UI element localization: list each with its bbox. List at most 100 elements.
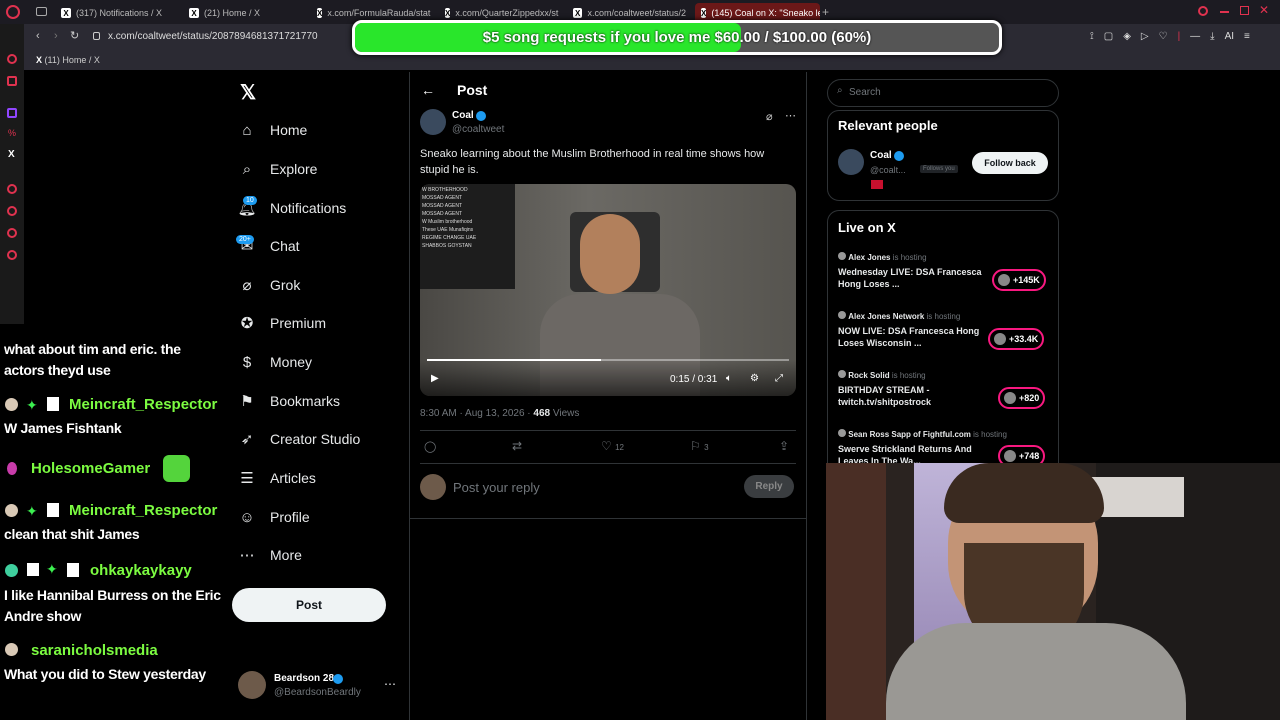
like-button[interactable]: ♡ 12 <box>601 439 624 453</box>
tab-home[interactable]: X (21) Home / X <box>183 3 308 23</box>
live-item[interactable]: Rock Solid is hosting BIRTHDAY STREAM - … <box>838 370 988 408</box>
messenger-icon[interactable] <box>7 54 17 64</box>
reply-icon[interactable]: ◯ <box>424 440 436 453</box>
nav-more[interactable]: ⋯ More <box>238 546 302 564</box>
nav-money[interactable]: $ Money <box>238 353 312 371</box>
reply-button[interactable]: Reply <box>744 475 794 498</box>
live-listeners-pill[interactable]: +33.4K <box>988 328 1045 350</box>
download-icon[interactable]: ⤓ <box>1210 31 1214 42</box>
tab-overview-icon[interactable] <box>36 7 47 16</box>
fullscreen-icon[interactable]: ⤢ <box>775 373 783 384</box>
nav-home[interactable]: ⌂ Home <box>238 121 307 139</box>
verified-icon <box>476 111 486 121</box>
send-icon[interactable]: ▷ <box>1141 31 1149 42</box>
post-more-icon[interactable]: ⋯ <box>785 109 796 122</box>
nav-label: Articles <box>270 470 316 486</box>
chat-username[interactable]: Meincraft_Respector <box>69 396 217 413</box>
nav-explore[interactable]: ⌕ Explore <box>238 160 318 178</box>
easy-setup-icon[interactable]: — <box>1190 31 1200 42</box>
relevant-name[interactable]: Coal <box>870 150 892 161</box>
play-icon[interactable]: ▶ <box>431 373 439 384</box>
author-name[interactable]: Coal <box>452 110 474 121</box>
live-listeners-pill[interactable]: +145K <box>992 269 1046 291</box>
bookmark-icon: ⚑ <box>240 393 254 410</box>
screenshot-icon[interactable]: ▢ <box>1104 31 1113 42</box>
forward-icon[interactable]: › <box>54 30 58 42</box>
player-icon[interactable] <box>7 184 17 194</box>
badge-icon <box>67 563 79 577</box>
nav-premium[interactable]: ✪ Premium <box>238 314 326 332</box>
bookmark-label: (11) Home / X <box>44 55 100 65</box>
badge-icon: ✦ <box>46 561 58 577</box>
nav-label: Creator Studio <box>270 431 361 447</box>
twitch-icon[interactable] <box>7 108 17 118</box>
nav-creator-studio[interactable]: ➶ Creator Studio <box>238 430 361 448</box>
search-tabs-icon[interactable] <box>1198 6 1208 16</box>
bookmark-button[interactable]: ⚐ 3 <box>690 439 709 453</box>
account-more-icon[interactable]: ⋯ <box>384 677 396 691</box>
minimize-icon[interactable] <box>1220 11 1229 13</box>
opera-logo-icon[interactable] <box>6 5 20 19</box>
live-listeners-pill[interactable]: +820 <box>998 387 1046 409</box>
premium-icon: ✪ <box>240 315 254 332</box>
chat-username[interactable]: ohkaykaykayy <box>90 562 192 579</box>
chat-bubble-icon[interactable] <box>7 228 17 238</box>
close-window-icon[interactable]: ✕ <box>1259 3 1269 17</box>
repost-icon[interactable]: ⇄ <box>512 439 522 453</box>
volume-icon[interactable]: 🔈︎ <box>726 373 732 384</box>
live-item[interactable]: Alex Jones Network is hosting NOW LIVE: … <box>838 311 988 349</box>
tab-notifications[interactable]: X (317) Notifications / X <box>55 3 180 23</box>
host-avatar-icon <box>838 311 846 319</box>
new-tab-icon[interactable]: + <box>822 5 829 19</box>
grok-icon: ⌀ <box>242 277 252 294</box>
nav-articles[interactable]: ☰ Articles <box>238 469 316 487</box>
follow-back-button[interactable]: Follow back <box>972 152 1048 174</box>
tab-label: x.com/QuarterZippedxx/st <box>455 8 559 18</box>
nav-grok[interactable]: ⌀ Grok <box>238 276 300 294</box>
author-avatar[interactable] <box>420 109 446 135</box>
heart-icon[interactable]: ♡ <box>1159 31 1168 42</box>
chat-username[interactable]: HolesomeGamer <box>31 460 150 477</box>
menu-icon[interactable]: ≡ <box>1244 31 1250 42</box>
x-sidebar-icon[interactable]: X <box>8 149 15 160</box>
reload-icon[interactable]: ↻ <box>70 29 79 42</box>
instagram-icon[interactable] <box>7 76 17 86</box>
shield-icon[interactable]: ◈ <box>1123 31 1131 42</box>
webcam-person-shirt <box>886 623 1186 720</box>
settings-icon[interactable] <box>7 250 17 260</box>
maximize-icon[interactable] <box>1240 6 1249 15</box>
nav-profile[interactable]: ☺ Profile <box>238 508 309 526</box>
emote-icon <box>163 455 190 482</box>
grok-icon[interactable]: ⌀ <box>766 110 773 123</box>
back-icon[interactable]: ‹ <box>36 30 40 42</box>
avatar <box>5 643 18 656</box>
chat-message: I like Hannibal Burress on the Eric Andr… <box>4 587 221 624</box>
x-logo-icon[interactable]: 𝕏 <box>240 80 256 105</box>
chat-username[interactable]: saranicholsmedia <box>31 642 158 659</box>
author-handle[interactable]: @coaltweet <box>452 124 504 135</box>
likes-count: 12 <box>615 443 625 452</box>
chat-message: clean that shit James <box>4 526 140 542</box>
back-arrow-icon[interactable]: ← <box>421 82 435 98</box>
live-item[interactable]: Alex Jones is hosting Wednesday LIVE: DS… <box>838 252 988 290</box>
avatar[interactable] <box>238 671 266 699</box>
percent-icon[interactable]: % <box>8 128 16 138</box>
settings-gear-icon[interactable]: ⚙ <box>750 373 759 384</box>
reply-input[interactable]: Post your reply <box>453 480 540 495</box>
relevant-avatar[interactable] <box>838 149 864 175</box>
webcam-person-hair <box>944 463 1104 523</box>
url-field[interactable]: x.com/coaltweet/status/20878946813717217… <box>108 31 318 42</box>
bookmark-home[interactable]: X (11) Home / X <box>36 55 100 65</box>
pin-icon[interactable]: ⟟ <box>1090 31 1094 42</box>
divider <box>420 463 796 464</box>
live-host: Alex Jones Network <box>848 312 925 321</box>
share-icon[interactable]: ⇪ <box>779 439 789 453</box>
aria-ai-icon[interactable]: AI <box>1225 31 1234 42</box>
nav-bookmarks[interactable]: ⚑ Bookmarks <box>238 392 340 410</box>
nav-label: Money <box>270 354 313 370</box>
article-icon: ☰ <box>240 470 254 487</box>
history-icon[interactable] <box>7 206 17 216</box>
video-chat-lines: W BROTHERHOOD MOSSAD AGENT MOSSAD AGENT MOS… <box>422 186 514 250</box>
post-button[interactable]: Post <box>232 588 386 622</box>
chat-username[interactable]: Meincraft_Respector <box>69 502 217 519</box>
